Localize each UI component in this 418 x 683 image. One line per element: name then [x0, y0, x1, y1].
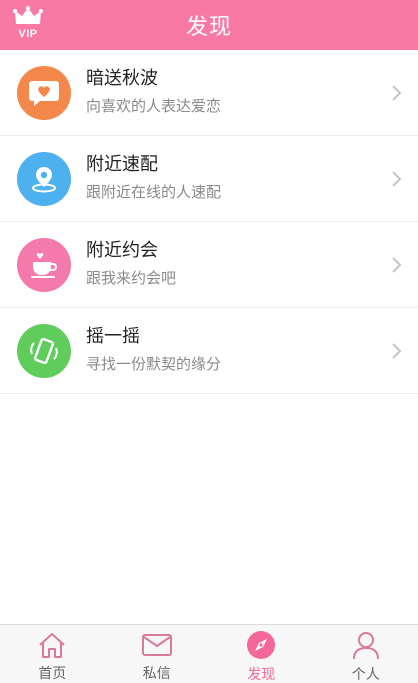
top-bar: VIP 发现 — [0, 0, 418, 50]
item-title: 附近速配 — [86, 154, 158, 175]
tab-discover[interactable]: 发现 — [209, 625, 314, 683]
item-title: 附近约会 — [86, 240, 158, 261]
mail-icon — [140, 629, 174, 660]
compass-icon — [244, 629, 278, 661]
item-text: 附近约会 跟我来约会吧 — [86, 239, 176, 289]
page-title: 发现 — [185, 15, 232, 40]
item-subtitle: 跟附近在线的人速配 — [86, 183, 222, 201]
bottom-tab-bar: 首页 私信 发现 个人 — [0, 624, 418, 683]
chevron-right-icon — [392, 343, 402, 359]
tab-home[interactable]: 首页 — [0, 625, 105, 683]
tab-label: 私信 — [142, 666, 171, 682]
item-subtitle: 寻找一份默契的缘分 — [86, 355, 222, 373]
chevron-right-icon — [392, 85, 402, 101]
list-item-shake[interactable]: 摇一摇 寻找一份默契的缘分 — [0, 308, 418, 394]
item-text: 附近速配 跟附近在线的人速配 — [86, 153, 221, 203]
person-icon — [349, 629, 383, 661]
tab-messages[interactable]: 私信 — [105, 625, 210, 683]
tab-label: 发现 — [247, 667, 276, 683]
home-icon — [35, 629, 69, 660]
chevron-right-icon — [392, 171, 402, 187]
list-item-secret-crush[interactable]: 暗送秋波 向喜欢的人表达爱恋 — [0, 50, 418, 136]
app-root: VIP 发现 暗送秋波 向喜欢的人表达爱恋 附近速配 跟附近在线的人速配 附近约… — [0, 0, 418, 683]
vip-label: VIP — [18, 28, 38, 40]
shake-phone-icon — [17, 324, 71, 378]
item-text: 暗送秋波 向喜欢的人表达爱恋 — [86, 67, 221, 117]
item-subtitle: 向喜欢的人表达爱恋 — [86, 97, 222, 115]
list-item-nearby-date[interactable]: 附近约会 跟我来约会吧 — [0, 222, 418, 308]
tab-label: 首页 — [38, 666, 67, 682]
discover-list: 暗送秋波 向喜欢的人表达爱恋 附近速配 跟附近在线的人速配 附近约会 跟我来约会… — [0, 50, 418, 394]
tab-label: 个人 — [351, 667, 380, 683]
coffee-cup-icon — [17, 238, 71, 292]
list-item-nearby-match[interactable]: 附近速配 跟附近在线的人速配 — [0, 136, 418, 222]
vip-button[interactable]: VIP — [8, 6, 48, 44]
crown-icon — [13, 6, 43, 30]
tab-profile[interactable]: 个人 — [314, 625, 418, 683]
heart-chat-icon — [17, 66, 71, 120]
item-title: 暗送秋波 — [86, 68, 158, 89]
location-pin-icon — [17, 152, 71, 206]
item-subtitle: 跟我来约会吧 — [86, 269, 177, 287]
chevron-right-icon — [392, 257, 402, 273]
item-text: 摇一摇 寻找一份默契的缘分 — [86, 325, 221, 375]
item-title: 摇一摇 — [86, 326, 140, 347]
